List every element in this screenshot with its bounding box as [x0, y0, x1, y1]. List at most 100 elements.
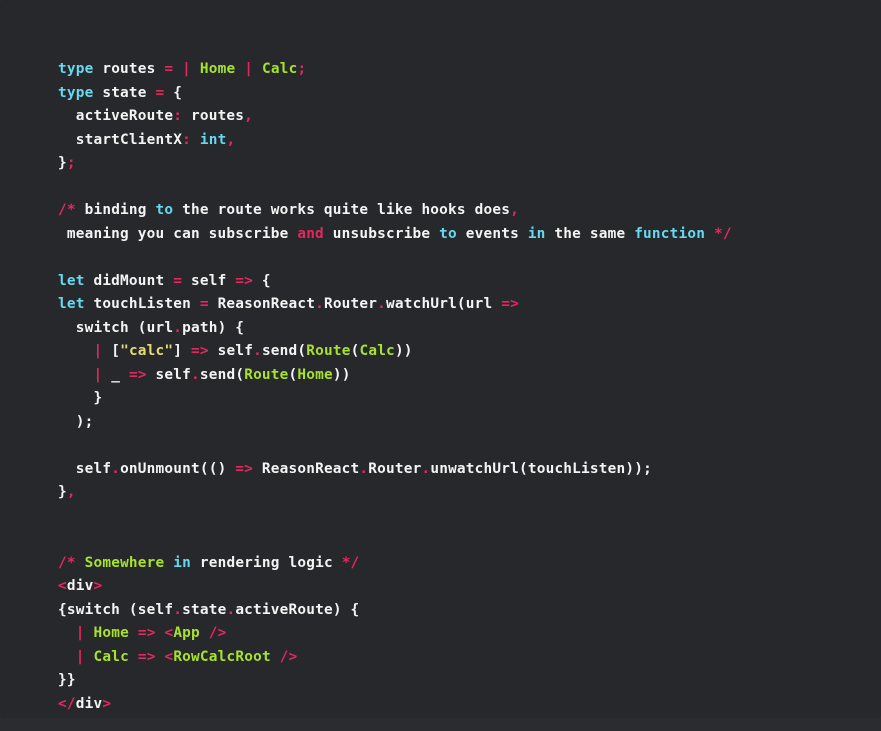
- code-line: <div>: [58, 575, 732, 599]
- code-token: send(: [261, 343, 307, 360]
- code-token: />: [208, 625, 227, 642]
- code-token: path) {: [182, 319, 245, 336]
- code-token: </: [58, 695, 76, 712]
- code-token: let: [58, 272, 85, 289]
- code-token: =: [199, 296, 209, 313]
- code-line: );: [58, 411, 732, 435]
- code-token: =>: [128, 366, 147, 383]
- code-token: startClientX: [58, 131, 183, 148]
- code-token: events: [456, 225, 528, 242]
- code-token: |: [93, 343, 103, 360]
- code-token: routes: [93, 61, 165, 78]
- code-line: ​: [58, 505, 732, 529]
- code-token: in: [173, 554, 191, 571]
- code-token: }: [58, 155, 67, 172]
- code-token: )): [332, 366, 351, 383]
- code-token: self: [58, 460, 112, 477]
- code-snippet[interactable]: type routes = | Home | Calc; type state =…: [58, 58, 732, 716]
- code-token: =>: [137, 648, 156, 665]
- code-token: ,: [244, 108, 254, 125]
- screenshot-root: type routes = | Home | Calc; type state =…: [0, 0, 881, 731]
- code-token: Somewhere: [84, 554, 165, 571]
- code-token: Home: [297, 366, 333, 383]
- code-line: type routes = | Home | Calc;: [58, 58, 732, 82]
- code-token: ]: [173, 343, 191, 360]
- code-token: :: [173, 108, 183, 125]
- code-line: ​: [58, 434, 732, 458]
- code-token: div: [75, 695, 103, 712]
- code-token: state: [182, 601, 227, 618]
- code-token: Calc: [93, 648, 129, 665]
- code-line: type state = {: [58, 82, 732, 106]
- code-token: App: [173, 625, 200, 642]
- code-token: type: [58, 84, 94, 101]
- code-line: activeRoute: routes,: [58, 105, 732, 129]
- code-token: Router: [323, 296, 378, 313]
- code-token: let: [58, 296, 85, 313]
- code-token: }}: [58, 672, 76, 689]
- code-token: =>: [191, 343, 209, 360]
- code-line: ​: [58, 528, 732, 552]
- code-line: }}: [58, 669, 732, 693]
- code-token: send(: [199, 366, 245, 383]
- code-line: self.onUnmount(() => ReasonReact.Router.…: [58, 458, 732, 482]
- code-token: _: [102, 366, 129, 383]
- code-line: startClientX: int,: [58, 129, 732, 153]
- code-token: Route: [306, 343, 351, 360]
- code-token: />: [279, 648, 298, 665]
- code-token: unsubscribe: [323, 225, 440, 242]
- code-token: ReasonReact: [208, 296, 316, 313]
- code-token: binding: [75, 202, 156, 219]
- code-line: </div>: [58, 693, 732, 717]
- code-token: unwatchUrl(touchListen));: [430, 460, 652, 477]
- code-token: |: [75, 625, 85, 642]
- code-token: ,: [66, 484, 76, 501]
- code-token: Calc: [359, 343, 395, 360]
- code-token: =: [173, 272, 183, 289]
- code-line: ​: [58, 246, 732, 270]
- code-line: /* binding to the route works quite like…: [58, 199, 732, 223]
- code-token: |: [244, 61, 254, 78]
- code-line: switch (url.path) {: [58, 317, 732, 341]
- code-token: ,: [510, 202, 519, 219]
- code-token: Home: [199, 61, 236, 78]
- code-token: );: [58, 413, 94, 430]
- code-line: meaning you can subscribe and unsubscrib…: [58, 223, 732, 247]
- code-token: ;: [297, 61, 307, 78]
- code-token: =: [164, 61, 174, 78]
- code-token: */: [713, 225, 732, 242]
- code-line: | Home => <App />: [58, 622, 732, 646]
- code-token: the route works quite like hooks does: [173, 202, 511, 219]
- code-token: [: [102, 343, 121, 360]
- code-token: {: [164, 84, 183, 101]
- code-token: type: [58, 61, 94, 78]
- code-token: ;: [66, 155, 76, 172]
- code-token: state: [93, 84, 156, 101]
- code-token: switch (url: [58, 319, 174, 336]
- code-token: didMount: [84, 272, 174, 289]
- code-token: .: [421, 460, 431, 477]
- code-token: >: [93, 578, 103, 595]
- code-line: ​: [58, 176, 732, 200]
- code-token: =>: [235, 272, 254, 289]
- code-line: let didMount = self => {: [58, 270, 732, 294]
- code-token: activeRoute) {: [235, 601, 360, 618]
- code-token: activeRoute: [58, 108, 174, 125]
- code-token: .: [377, 296, 387, 313]
- code-token: .: [173, 601, 183, 618]
- code-line: }: [58, 387, 732, 411]
- code-token: >: [102, 695, 112, 712]
